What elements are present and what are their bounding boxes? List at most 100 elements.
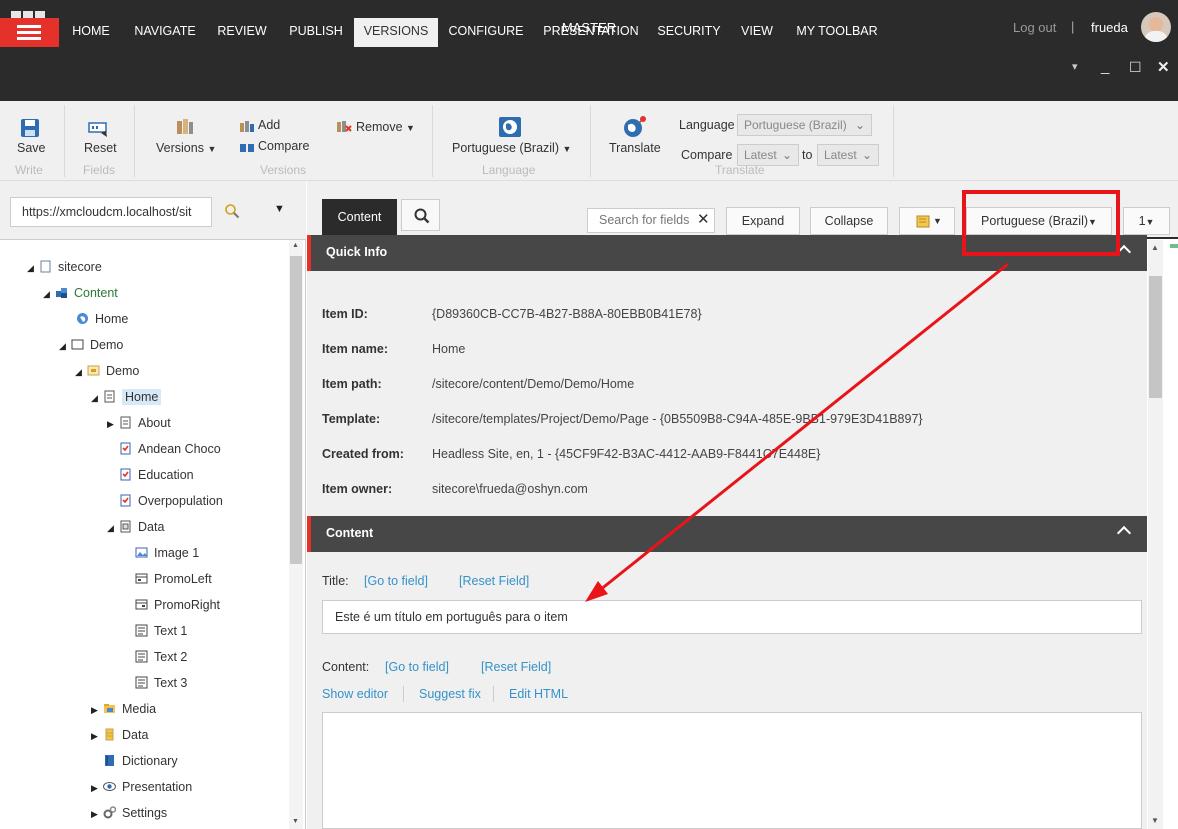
tree-expanded-icon[interactable]: ◢: [43, 284, 55, 304]
username[interactable]: frueda: [1091, 20, 1128, 35]
tab-configure[interactable]: CONFIGURE: [443, 18, 529, 47]
version-selector-button[interactable]: 1▼: [1123, 207, 1170, 235]
info-value-created-from[interactable]: Headless Site, en, 1 - {45CF9F42-B3AC-44…: [432, 447, 820, 461]
logout-link[interactable]: Log out: [1013, 20, 1056, 35]
notifications-dropdown-button[interactable]: ▼: [899, 207, 955, 235]
tree-node-andean-choco[interactable]: Andean Choco: [107, 439, 221, 459]
tab-security[interactable]: SECURITY: [652, 18, 726, 47]
reset-button[interactable]: Reset: [84, 141, 117, 155]
tree-node-education[interactable]: Education: [107, 465, 194, 485]
tree-expanded-icon[interactable]: ◢: [59, 336, 71, 356]
show-editor-link[interactable]: Show editor: [322, 687, 388, 701]
tree-scrollbar-thumb[interactable]: [290, 256, 302, 564]
globe-icon[interactable]: [498, 116, 522, 138]
remove-version-button[interactable]: Remove ▼: [356, 120, 415, 134]
tree-expanded-icon[interactable]: ◢: [75, 362, 87, 382]
tab-my-toolbar[interactable]: MY TOOLBAR: [788, 18, 886, 47]
content-go-to-field-link[interactable]: [Go to field]: [385, 660, 449, 674]
scroll-down-icon[interactable]: ▼: [1151, 816, 1159, 825]
path-input[interactable]: https://xmcloudcm.localhost/sit: [10, 197, 212, 227]
add-version-icon[interactable]: [239, 120, 255, 133]
tree-node-overpopulation[interactable]: Overpopulation: [107, 491, 223, 511]
compare-button[interactable]: Compare: [258, 139, 309, 153]
tree-expanded-icon[interactable]: ◢: [91, 388, 103, 408]
tree-expanded-icon[interactable]: ◢: [107, 518, 119, 538]
reset-fields-icon[interactable]: [88, 120, 110, 138]
chevron-up-icon[interactable]: [1116, 525, 1132, 541]
tree-node-home-selected[interactable]: ◢ Home: [91, 387, 162, 408]
translate-icon[interactable]: [622, 115, 648, 139]
clear-search-icon[interactable]: ✕: [697, 210, 710, 228]
tree-node-demo-site[interactable]: ◢ Demo: [75, 361, 139, 381]
scroll-up-icon[interactable]: ▲: [292, 242, 299, 249]
suggest-fix-link[interactable]: Suggest fix: [419, 687, 481, 701]
editor-scrollbar-thumb[interactable]: [1149, 276, 1162, 398]
language-select[interactable]: Portuguese (Brazil) ⌄: [737, 114, 872, 136]
tree-node-dictionary[interactable]: Dictionary: [91, 751, 178, 771]
search-icon[interactable]: [224, 203, 240, 219]
tree-node-text-1[interactable]: Text 1: [123, 621, 187, 641]
language-dropdown-button[interactable]: Portuguese (Brazil) ▼: [452, 141, 571, 155]
scroll-down-icon[interactable]: ▼: [292, 818, 299, 825]
tree-node-demo[interactable]: ◢ Demo: [59, 335, 123, 355]
tab-presentation[interactable]: PRESENTATION: [536, 18, 646, 47]
tree-node-media[interactable]: ▶ Media: [91, 699, 156, 719]
close-icon[interactable]: ✕: [1157, 58, 1170, 76]
tree-node-text-2[interactable]: Text 2: [123, 647, 187, 667]
compare-icon[interactable]: [239, 141, 255, 154]
compare-to-select[interactable]: Latest ⌄: [817, 144, 879, 166]
tab-publish[interactable]: PUBLISH: [280, 18, 352, 47]
versions-dropdown-button[interactable]: Versions ▼: [156, 141, 216, 155]
tree-node-data[interactable]: ◢ Data: [107, 517, 164, 537]
search-fields-input[interactable]: Search for fields: [587, 208, 715, 233]
versions-icon[interactable]: [175, 118, 195, 136]
rich-text-content-area[interactable]: [322, 712, 1142, 829]
menu-icon[interactable]: [0, 18, 59, 47]
maximize-icon[interactable]: ☐: [1129, 59, 1142, 76]
tree-collapsed-icon[interactable]: ▶: [107, 414, 119, 434]
tree-node-content[interactable]: ◢ Content: [43, 283, 118, 303]
add-version-button[interactable]: Add: [258, 118, 280, 132]
ribbon-options-icon[interactable]: ▾: [1072, 60, 1078, 73]
tab-home[interactable]: HOME: [62, 18, 120, 47]
tree-node-promoleft[interactable]: PromoLeft: [123, 569, 212, 589]
content-reset-field-link[interactable]: [Reset Field]: [481, 660, 551, 674]
search-dropdown-icon[interactable]: ▼: [274, 203, 285, 215]
tree-collapsed-icon[interactable]: ▶: [91, 726, 103, 746]
tree-node-image-1[interactable]: Image 1: [123, 543, 199, 563]
info-label-item-owner: Item owner:: [322, 482, 393, 496]
edit-html-link[interactable]: Edit HTML: [509, 687, 568, 701]
tree-node-data-folder[interactable]: ▶ Data: [91, 725, 148, 745]
info-value-template[interactable]: /sitecore/templates/Project/Demo/Page - …: [432, 412, 923, 426]
tree-collapsed-icon[interactable]: ▶: [91, 700, 103, 720]
tab-content[interactable]: Content: [322, 199, 397, 238]
scroll-up-icon[interactable]: ▲: [1151, 243, 1159, 252]
save-icon[interactable]: [20, 118, 40, 138]
tree-node-settings[interactable]: ▶ Settings: [91, 803, 167, 823]
title-input[interactable]: Este é um título em português para o ite…: [322, 600, 1142, 634]
content-section-header[interactable]: Content: [307, 516, 1147, 552]
tab-view[interactable]: VIEW: [733, 18, 781, 47]
tab-search[interactable]: [401, 199, 440, 231]
tree-node-promoright[interactable]: PromoRight: [123, 595, 220, 615]
avatar[interactable]: [1141, 12, 1171, 42]
translate-button[interactable]: Translate: [609, 141, 661, 155]
tree-node-home-site[interactable]: Home: [64, 309, 128, 329]
minimize-icon[interactable]: _: [1101, 58, 1109, 75]
tab-review[interactable]: REVIEW: [210, 18, 274, 47]
collapse-button[interactable]: Collapse: [810, 207, 888, 235]
expand-button[interactable]: Expand: [726, 207, 800, 235]
remove-version-icon[interactable]: [336, 120, 352, 133]
title-reset-field-link[interactable]: [Reset Field]: [459, 574, 529, 588]
tree-node-text-3[interactable]: Text 3: [123, 673, 187, 693]
save-button[interactable]: Save: [17, 141, 46, 155]
title-go-to-field-link[interactable]: [Go to field]: [364, 574, 428, 588]
tree-node-sitecore[interactable]: ◢ sitecore: [27, 257, 102, 277]
tab-navigate[interactable]: NAVIGATE: [126, 18, 204, 47]
tree-node-presentation[interactable]: ▶ Presentation: [91, 777, 192, 797]
tab-versions[interactable]: VERSIONS: [354, 18, 438, 47]
tree-collapsed-icon[interactable]: ▶: [91, 804, 103, 824]
tree-node-about[interactable]: ▶ About: [107, 413, 171, 433]
tree-expanded-icon[interactable]: ◢: [27, 258, 39, 278]
tree-collapsed-icon[interactable]: ▶: [91, 778, 103, 798]
